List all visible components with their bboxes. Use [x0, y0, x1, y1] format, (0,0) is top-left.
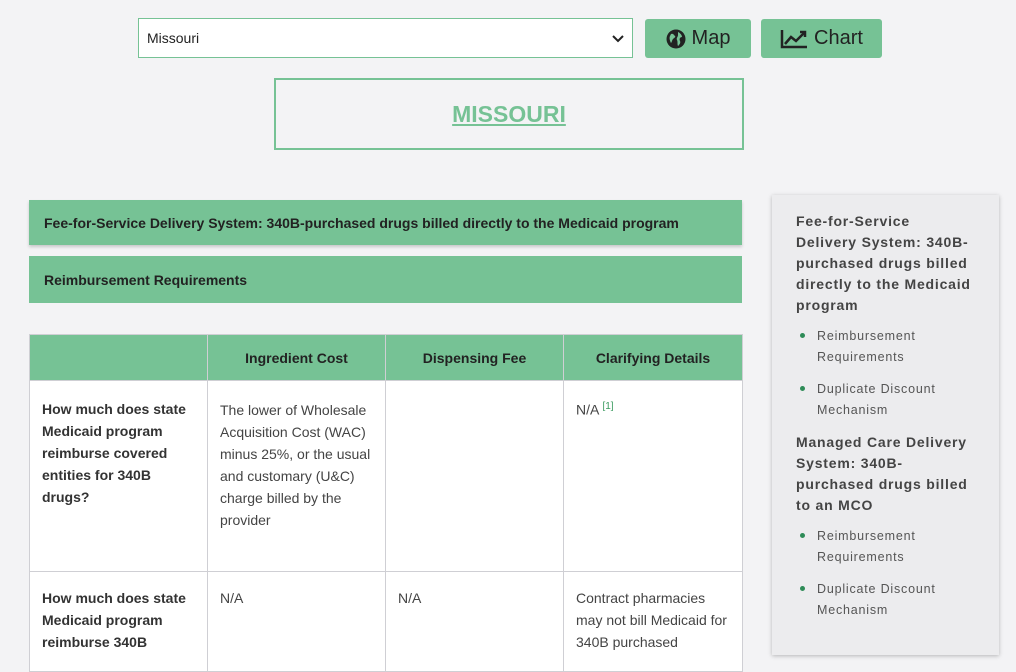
map-button[interactable]: Map	[645, 19, 751, 58]
sidebar-group-list: Reimbursement Requirements Duplicate Dis…	[796, 326, 975, 421]
ffs-section-title: Fee-for-Service Delivery System: 340B-pu…	[44, 214, 679, 231]
sidebar-item-reimbursement[interactable]: Reimbursement Requirements	[796, 526, 975, 568]
sidebar-item-label: Duplicate Discount Mechanism	[817, 582, 936, 617]
table-cell-question: How much does state Medicaid program rei…	[29, 380, 208, 572]
table-cell-dispensing-fee: N/A	[385, 571, 564, 672]
table-header-row: Ingredient Cost Dispensing Fee Clarifyin…	[29, 334, 743, 381]
table-cell-clarifying-details: N/A [1]	[563, 380, 743, 572]
bullet-icon	[800, 586, 805, 591]
chart-button-label: Chart	[814, 27, 863, 49]
line-chart-icon	[780, 29, 808, 49]
table-header-cell: Ingredient Cost	[207, 334, 386, 381]
sidebar-group-title[interactable]: Managed Care Delivery System: 340B-purch…	[796, 432, 975, 516]
state-select[interactable]: Missouri	[138, 18, 633, 58]
state-select-value: Missouri	[147, 30, 200, 46]
sidebar-item-reimbursement[interactable]: Reimbursement Requirements	[796, 326, 975, 368]
sidebar-item-duplicate-discount[interactable]: Duplicate Discount Mechanism	[796, 579, 975, 621]
table-cell-clarifying-details: Contract pharmacies may not bill Medicai…	[563, 571, 743, 672]
footnote-link[interactable]: [1]	[602, 401, 613, 412]
table-cell-ingredient-cost: N/A	[207, 571, 386, 672]
sidebar-item-label: Reimbursement Requirements	[817, 329, 916, 364]
chart-button[interactable]: Chart	[761, 19, 882, 58]
table-cell-question: How much does state Medicaid program rei…	[29, 571, 208, 672]
bullet-icon	[800, 533, 805, 538]
table-header-cell: Clarifying Details	[563, 334, 743, 381]
table-cell-dispensing-fee	[385, 380, 564, 572]
table-header-cell	[29, 334, 208, 381]
reimbursement-section-header[interactable]: Reimbursement Requirements	[29, 256, 742, 303]
bullet-icon	[800, 386, 805, 391]
reimbursement-table: Ingredient Cost Dispensing Fee Clarifyin…	[29, 334, 743, 672]
sidebar-item-duplicate-discount[interactable]: Duplicate Discount Mechanism	[796, 379, 975, 421]
sidebar-group-title[interactable]: Fee-for-Service Delivery System: 340B-pu…	[796, 211, 975, 316]
table-row: How much does state Medicaid program rei…	[29, 571, 743, 672]
clarifying-details-text: N/A	[576, 401, 599, 418]
table-row: How much does state Medicaid program rei…	[29, 380, 743, 572]
table-header-cell: Dispensing Fee	[385, 334, 564, 381]
reimbursement-section-title: Reimbursement Requirements	[44, 271, 248, 288]
map-button-label: Map	[691, 27, 731, 49]
sidebar-item-label: Duplicate Discount Mechanism	[817, 382, 936, 417]
sidebar-group-list: Reimbursement Requirements Duplicate Dis…	[796, 526, 975, 621]
ffs-section-header[interactable]: Fee-for-Service Delivery System: 340B-pu…	[29, 200, 742, 245]
state-title-box: MISSOURI	[274, 78, 744, 150]
globe-icon	[666, 29, 686, 49]
bullet-icon	[800, 333, 805, 338]
table-cell-ingredient-cost: The lower of Wholesale Acquisition Cost …	[207, 380, 386, 572]
sidebar-nav: Fee-for-Service Delivery System: 340B-pu…	[772, 195, 999, 655]
state-title-link[interactable]: MISSOURI	[452, 101, 566, 128]
chevron-down-icon	[612, 31, 624, 46]
sidebar-item-label: Reimbursement Requirements	[817, 529, 916, 564]
